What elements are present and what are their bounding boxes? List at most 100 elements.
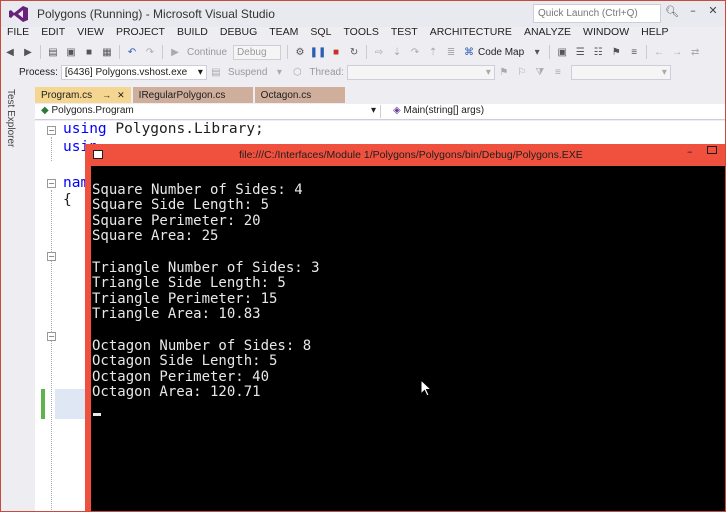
test-explorer-tab[interactable]: Test Explorer — [5, 89, 16, 147]
toolbar-separator — [366, 45, 368, 59]
side-panel: Test Explorer — [1, 85, 21, 511]
standard-toolbar: ◀ ▶ ▤ ▣ ■ ▦ ↶ ↷ ▶ Continue Debug ⚙ ❚❚ ■ … — [1, 43, 725, 61]
menu-bar: FILE EDIT VIEW PROJECT BUILD DEBUG TEAM … — [1, 25, 725, 42]
comment-icon[interactable]: ☰ — [573, 45, 587, 59]
restart-icon[interactable]: ↻ — [347, 45, 361, 59]
prev-bookmark-icon[interactable]: ← — [652, 45, 666, 59]
process-select[interactable]: [6436] Polygons.vshost.exe ▾ — [60, 64, 207, 80]
debug-location-toolbar: Process: [6436] Polygons.vshost.exe ▾ ▤ S… — [1, 62, 725, 82]
search-icon[interactable]: 🔍︎ — [665, 5, 681, 21]
menu-edit[interactable]: EDIT — [35, 25, 71, 42]
chevron-down-icon: ▾ — [197, 66, 203, 78]
stack-frame-icon[interactable]: ≡ — [551, 65, 565, 79]
navigation-bar: ◆ Polygons.Program ▾ ◈ Main(string[] arg… — [35, 104, 725, 120]
close-button[interactable]: ✕ — [705, 4, 721, 20]
back-icon[interactable]: ◀ — [3, 45, 17, 59]
flag-icon[interactable]: ⚑ — [497, 65, 511, 79]
member-select[interactable]: ◈ Main(string[] args) — [385, 105, 484, 118]
next-bookmark-icon[interactable]: → — [670, 45, 684, 59]
filter-icon[interactable]: ⧩ — [533, 65, 547, 79]
console-title-bar[interactable]: file:///C:/Interfaces/Module 1/Polygons/… — [85, 144, 725, 166]
attach-icon[interactable]: ⚙ — [293, 45, 307, 59]
menu-window[interactable]: WINDOW — [577, 25, 635, 42]
suspend-button[interactable]: Suspend — [228, 67, 267, 78]
menu-view[interactable]: VIEW — [71, 25, 110, 42]
menu-test[interactable]: TEST — [385, 25, 424, 42]
menu-team[interactable]: TEAM — [263, 25, 304, 42]
tab-label: Octagon.cs — [260, 89, 312, 101]
save-icon[interactable]: ■ — [82, 45, 96, 59]
process-label: Process: — [19, 66, 58, 78]
menu-debug[interactable]: DEBUG — [214, 25, 263, 42]
close-icon[interactable]: ✕ — [117, 90, 125, 101]
forward-icon[interactable]: ▶ — [21, 45, 35, 59]
pause-icon[interactable]: ❚❚ — [310, 45, 327, 59]
collapse-toggle[interactable]: − — [47, 332, 56, 341]
quick-launch-input[interactable]: Quick Launch (Ctrl+Q) — [533, 4, 661, 23]
thread-icon[interactable]: ⬡ — [290, 65, 304, 79]
breakpoint-icon[interactable]: ▣ — [555, 45, 569, 59]
menu-tools[interactable]: TOOLS — [337, 25, 384, 42]
flag-threads-icon[interactable]: ⚐ — [515, 65, 529, 79]
open-folder-icon[interactable]: ▣ — [64, 45, 78, 59]
toolbar-separator — [646, 45, 648, 59]
menu-build[interactable]: BUILD — [171, 25, 214, 42]
console-line: Octagon Number of Sides: 8 — [92, 337, 312, 354]
console-minimize-button[interactable]: – — [687, 145, 699, 158]
menu-file[interactable]: FILE — [1, 25, 35, 42]
clear-bookmarks-icon[interactable]: ⇄ — [688, 45, 702, 59]
menu-project[interactable]: PROJECT — [110, 25, 171, 42]
method-icon: ◈ — [393, 105, 401, 116]
format-icon[interactable]: ≡ — [627, 45, 641, 59]
console-line: Triangle Area: 10.83 — [92, 306, 261, 323]
menu-help[interactable]: HELP — [635, 25, 674, 42]
step-over-icon[interactable]: ↷ — [408, 45, 422, 59]
dropdown-icon[interactable]: ▾ — [530, 45, 544, 59]
console-maximize-button[interactable] — [707, 146, 717, 154]
console-line: Square Number of Sides: 4 — [92, 181, 303, 198]
minimize-button[interactable]: – — [685, 4, 701, 20]
tab-program-cs[interactable]: Program.cs → ✕ — [35, 87, 131, 103]
lifecycle-events-icon[interactable]: ▤ — [209, 65, 223, 79]
hex-icon[interactable]: ≣ — [444, 45, 458, 59]
stack-frame-select[interactable]: ▾ — [570, 64, 671, 80]
tab-label: IRegularPolygon.cs — [138, 89, 226, 101]
pin-icon[interactable]: → — [102, 90, 111, 100]
collapse-toggle[interactable]: − — [47, 252, 56, 261]
document-tabs: Program.cs → ✕ IRegularPolygon.cs Octago… — [35, 87, 347, 103]
collapse-toggle[interactable]: − — [47, 179, 56, 188]
step-out-icon[interactable]: ⇡ — [426, 45, 440, 59]
menu-analyze[interactable]: ANALYZE — [518, 25, 577, 42]
code-line: using Polygons.Library; — [63, 121, 264, 137]
class-icon: ◆ — [41, 105, 49, 116]
type-select[interactable]: ◆ Polygons.Program ▾ — [35, 105, 381, 118]
continue-button[interactable]: Continue — [187, 47, 227, 58]
console-border — [85, 166, 91, 511]
console-window[interactable]: file:///C:/Interfaces/Module 1/Polygons/… — [85, 144, 725, 511]
menu-sql[interactable]: SQL — [304, 25, 337, 42]
console-line: Octagon Side Length: 5 — [92, 353, 278, 370]
type-value: Polygons.Program — [51, 105, 134, 116]
tab-octagon-cs[interactable]: Octagon.cs — [254, 87, 345, 103]
undo-icon[interactable]: ↶ — [125, 45, 139, 59]
step-into-icon[interactable]: ⇣ — [390, 45, 404, 59]
stop-icon[interactable]: ■ — [329, 45, 343, 59]
console-line: Square Area: 25 — [92, 228, 219, 245]
thread-select[interactable]: ▾ — [346, 64, 495, 80]
new-project-icon[interactable]: ▤ — [46, 45, 60, 59]
redo-icon[interactable]: ↷ — [143, 45, 157, 59]
tab-iregularpolygon-cs[interactable]: IRegularPolygon.cs — [132, 87, 253, 103]
solution-configuration-select[interactable]: Debug — [233, 44, 282, 60]
uncomment-icon[interactable]: ☷ — [591, 45, 605, 59]
collapse-toggle[interactable]: − — [47, 126, 56, 135]
code-map-button[interactable]: Code Map — [478, 47, 524, 58]
menu-architecture[interactable]: ARCHITECTURE — [424, 25, 518, 42]
vs-window: Polygons (Running) - Microsoft Visual St… — [0, 0, 726, 512]
continue-icon[interactable]: ▶ — [168, 45, 182, 59]
code-map-icon[interactable]: ⌘ — [462, 45, 476, 59]
show-next-statement-icon[interactable]: ⇨ — [372, 45, 386, 59]
dropdown-icon[interactable]: ▾ — [272, 65, 286, 79]
bookmark-icon[interactable]: ⚑ — [609, 45, 623, 59]
save-all-icon[interactable]: ▦ — [100, 45, 114, 59]
